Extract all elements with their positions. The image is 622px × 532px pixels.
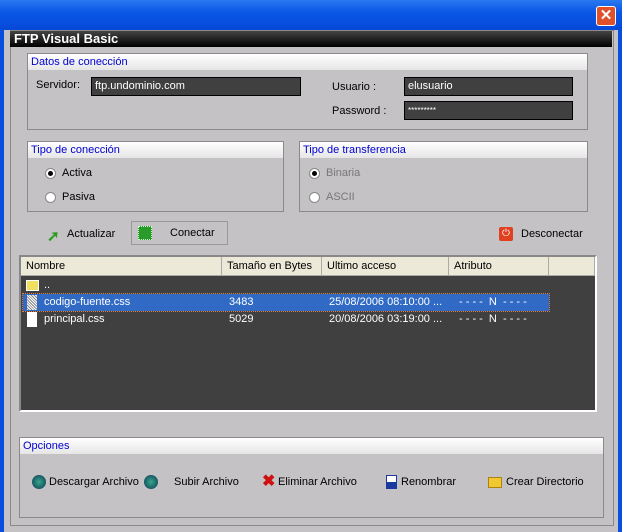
window-titlebar: ✕	[0, 0, 622, 30]
radio-binaria[interactable]: Binaria	[309, 167, 360, 179]
column-header-date[interactable]: Ultimo acceso	[322, 257, 449, 276]
group-title: Tipo de conección	[28, 142, 283, 158]
button-label: Descargar Archivo	[49, 476, 139, 488]
radio-dot	[45, 191, 56, 203]
file-date: 20/08/2006 03:19:00 ...	[329, 313, 443, 325]
close-button[interactable]: ✕	[596, 6, 616, 26]
options-group: Opciones Descargar Archivo Subir Archivo…	[19, 437, 604, 518]
column-header-attr[interactable]: Atributo	[449, 257, 549, 276]
radio-activa[interactable]: Activa	[45, 167, 92, 179]
disconnect-button[interactable]: ⏻ Desconectar	[499, 222, 583, 246]
rename-icon	[386, 475, 397, 489]
radio-label: Binaria	[326, 167, 361, 179]
radio-dot	[309, 191, 320, 203]
radio-label: Pasiva	[62, 191, 96, 203]
file-row[interactable]: principal.css 5029 20/08/2006 03:19:00 ...…	[23, 311, 549, 328]
delete-button[interactable]: ✖ Eliminar Archivo	[262, 470, 357, 494]
file-list[interactable]: Nombre Tamaño en Bytes Ultimo acceso Atr…	[19, 255, 597, 412]
password-input[interactable]: *********	[404, 101, 573, 120]
file-attr: - - - - N - - - -	[459, 296, 527, 308]
column-header-size[interactable]: Tamaño en Bytes	[222, 257, 322, 276]
create-directory-button[interactable]: Crear Directorio	[488, 470, 584, 494]
upload-button[interactable]: Subir Archivo	[144, 470, 239, 494]
user-label: Usuario :	[332, 81, 377, 93]
column-header-filler	[549, 257, 595, 276]
button-label: Subir Archivo	[174, 476, 239, 488]
power-icon: ⏻	[499, 227, 513, 241]
server-label: Servidor:	[36, 79, 81, 91]
folder-icon	[26, 280, 39, 291]
radio-dot	[309, 167, 320, 179]
delete-x-icon: ✖	[262, 473, 276, 490]
radio-label: Activa	[62, 167, 92, 179]
app-title: FTP Visual Basic	[10, 31, 612, 47]
file-name: ..	[44, 279, 51, 291]
connect-button[interactable]: Conectar	[131, 221, 228, 245]
file-row[interactable]: codigo-fuente.css 3483 25/08/2006 08:10:00…	[22, 293, 550, 312]
rename-button[interactable]: Renombrar	[386, 470, 456, 494]
globe-download-icon	[32, 475, 46, 489]
radio-dot	[45, 167, 56, 179]
file-icon	[27, 312, 37, 327]
connection-type-group: Tipo de conección Activa Pasiva	[27, 141, 284, 212]
button-label: Desconectar	[521, 228, 583, 240]
button-label: Eliminar Archivo	[278, 476, 357, 488]
file-row[interactable]: ..	[23, 277, 549, 294]
group-title: Datos de conección	[28, 54, 587, 70]
globe-upload-icon	[144, 475, 158, 489]
button-label: Crear Directorio	[506, 476, 584, 488]
file-icon	[27, 295, 37, 310]
transfer-type-group: Tipo de transferencia Binaria ASCII	[299, 141, 588, 212]
folder-icon	[488, 476, 502, 488]
file-date: 25/08/2006 08:10:00 ...	[329, 296, 443, 308]
group-title: Tipo de transferencia	[300, 142, 587, 158]
file-name: codigo-fuente.css	[44, 296, 131, 308]
column-header-name[interactable]: Nombre	[21, 257, 222, 276]
server-input[interactable]: ftp.undominio.com	[91, 77, 301, 96]
connect-icon	[138, 226, 152, 240]
file-size: 3483	[229, 296, 254, 308]
file-size: 5029	[229, 313, 254, 325]
group-title: Opciones	[20, 438, 603, 454]
file-name: principal.css	[44, 313, 105, 325]
connection-group: Datos de conección Servidor: ftp.undomin…	[27, 53, 588, 130]
button-label: Actualizar	[67, 228, 116, 240]
radio-ascii[interactable]: ASCII	[309, 191, 355, 203]
download-button[interactable]: Descargar Archivo	[32, 470, 139, 494]
refresh-arrow-icon: ➚	[47, 228, 60, 245]
refresh-button[interactable]: ➚ Actualizar	[47, 222, 115, 246]
file-attr: - - - - N - - - -	[459, 313, 527, 325]
radio-pasiva[interactable]: Pasiva	[45, 191, 95, 203]
button-label: Conectar	[170, 227, 215, 239]
password-label: Password :	[332, 105, 387, 117]
radio-label: ASCII	[326, 191, 355, 203]
button-label: Renombrar	[401, 476, 457, 488]
user-input[interactable]: elusuario	[404, 77, 573, 96]
